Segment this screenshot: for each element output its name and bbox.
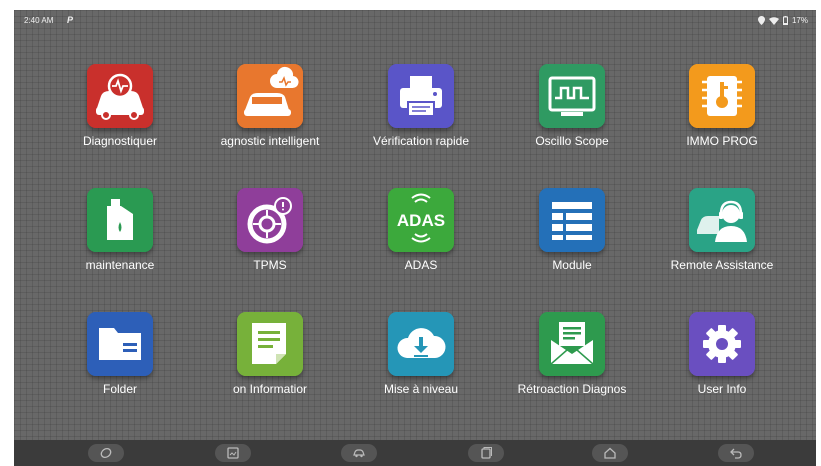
recent-apps-button[interactable] (468, 444, 504, 462)
app-mise-a-niveau[interactable]: Mise à niveau (351, 312, 491, 412)
folder-icon (87, 312, 153, 376)
oil-can-icon (87, 188, 153, 252)
vehicle-button[interactable] (341, 444, 377, 462)
app-module[interactable]: Module (502, 188, 642, 288)
adas-tile-text: ADAS (397, 211, 445, 230)
app-label: Folder (102, 382, 137, 396)
app-label: Vérification rapide (372, 134, 470, 148)
home-button[interactable] (592, 444, 628, 462)
app-folder[interactable]: Folder (50, 312, 190, 412)
app-label: agnostic intelligent (220, 134, 320, 148)
settings-gear-icon (689, 312, 755, 376)
vci-link-icon (100, 447, 112, 459)
app-label: Rétroaction Diagnos (517, 382, 627, 396)
tablet-screen: 2:40 AM P 17% Diagnostiquer agnostic int… (14, 10, 816, 466)
smart-diagnostic-car-icon (237, 64, 303, 128)
app-label: on Informatior (232, 382, 308, 396)
app-adas[interactable]: ADAS ADAS (351, 188, 491, 288)
feedback-envelope-icon (539, 312, 605, 376)
printer-icon (388, 64, 454, 128)
app-label: Oscillo Scope (535, 134, 609, 148)
screenshot-icon (227, 447, 239, 459)
app-label: ADAS (404, 258, 438, 272)
app-grid: Diagnostiquer agnostic intelligent Vérif… (14, 10, 816, 440)
adas-icon: ADAS (388, 188, 454, 252)
app-label: Module (552, 258, 592, 272)
app-immo-prog[interactable]: IMMO PROG (652, 64, 792, 164)
app-maintenance[interactable]: maintenance (50, 188, 190, 288)
app-diagnostic-intelligent[interactable]: agnostic intelligent (200, 64, 340, 164)
app-information[interactable]: on Informatior (200, 312, 340, 412)
app-oscillo-scope[interactable]: Oscillo Scope (502, 64, 642, 164)
module-list-icon (539, 188, 605, 252)
app-user-info[interactable]: User Info (652, 312, 792, 412)
immo-chip-key-icon (689, 64, 755, 128)
navigation-bar (14, 440, 816, 466)
tire-pressure-icon (237, 188, 303, 252)
app-tpms[interactable]: TPMS (200, 188, 340, 288)
app-label: User Info (697, 382, 747, 396)
app-label: IMMO PROG (686, 134, 758, 148)
app-retroaction-diagnostic[interactable]: Rétroaction Diagnos (502, 312, 642, 412)
information-document-icon (237, 312, 303, 376)
cloud-download-icon (388, 312, 454, 376)
app-remote-assistance[interactable]: Remote Assistance (652, 188, 792, 288)
app-verification-rapide[interactable]: Vérification rapide (351, 64, 491, 164)
back-icon (730, 448, 742, 459)
oscilloscope-icon (539, 64, 605, 128)
app-label: TPMS (253, 258, 287, 272)
app-label: Remote Assistance (670, 258, 774, 272)
app-label: Mise à niveau (383, 382, 459, 396)
car-diagnostic-icon (87, 64, 153, 128)
app-label: maintenance (85, 258, 155, 272)
back-button[interactable] (718, 444, 754, 462)
vci-link-button[interactable] (88, 444, 124, 462)
vehicle-icon (353, 449, 365, 458)
screenshot-button[interactable] (215, 444, 251, 462)
recent-apps-icon (481, 447, 492, 459)
app-diagnostiquer[interactable]: Diagnostiquer (50, 64, 190, 164)
home-icon (604, 447, 616, 459)
remote-support-icon (689, 188, 755, 252)
app-label: Diagnostiquer (82, 134, 158, 148)
